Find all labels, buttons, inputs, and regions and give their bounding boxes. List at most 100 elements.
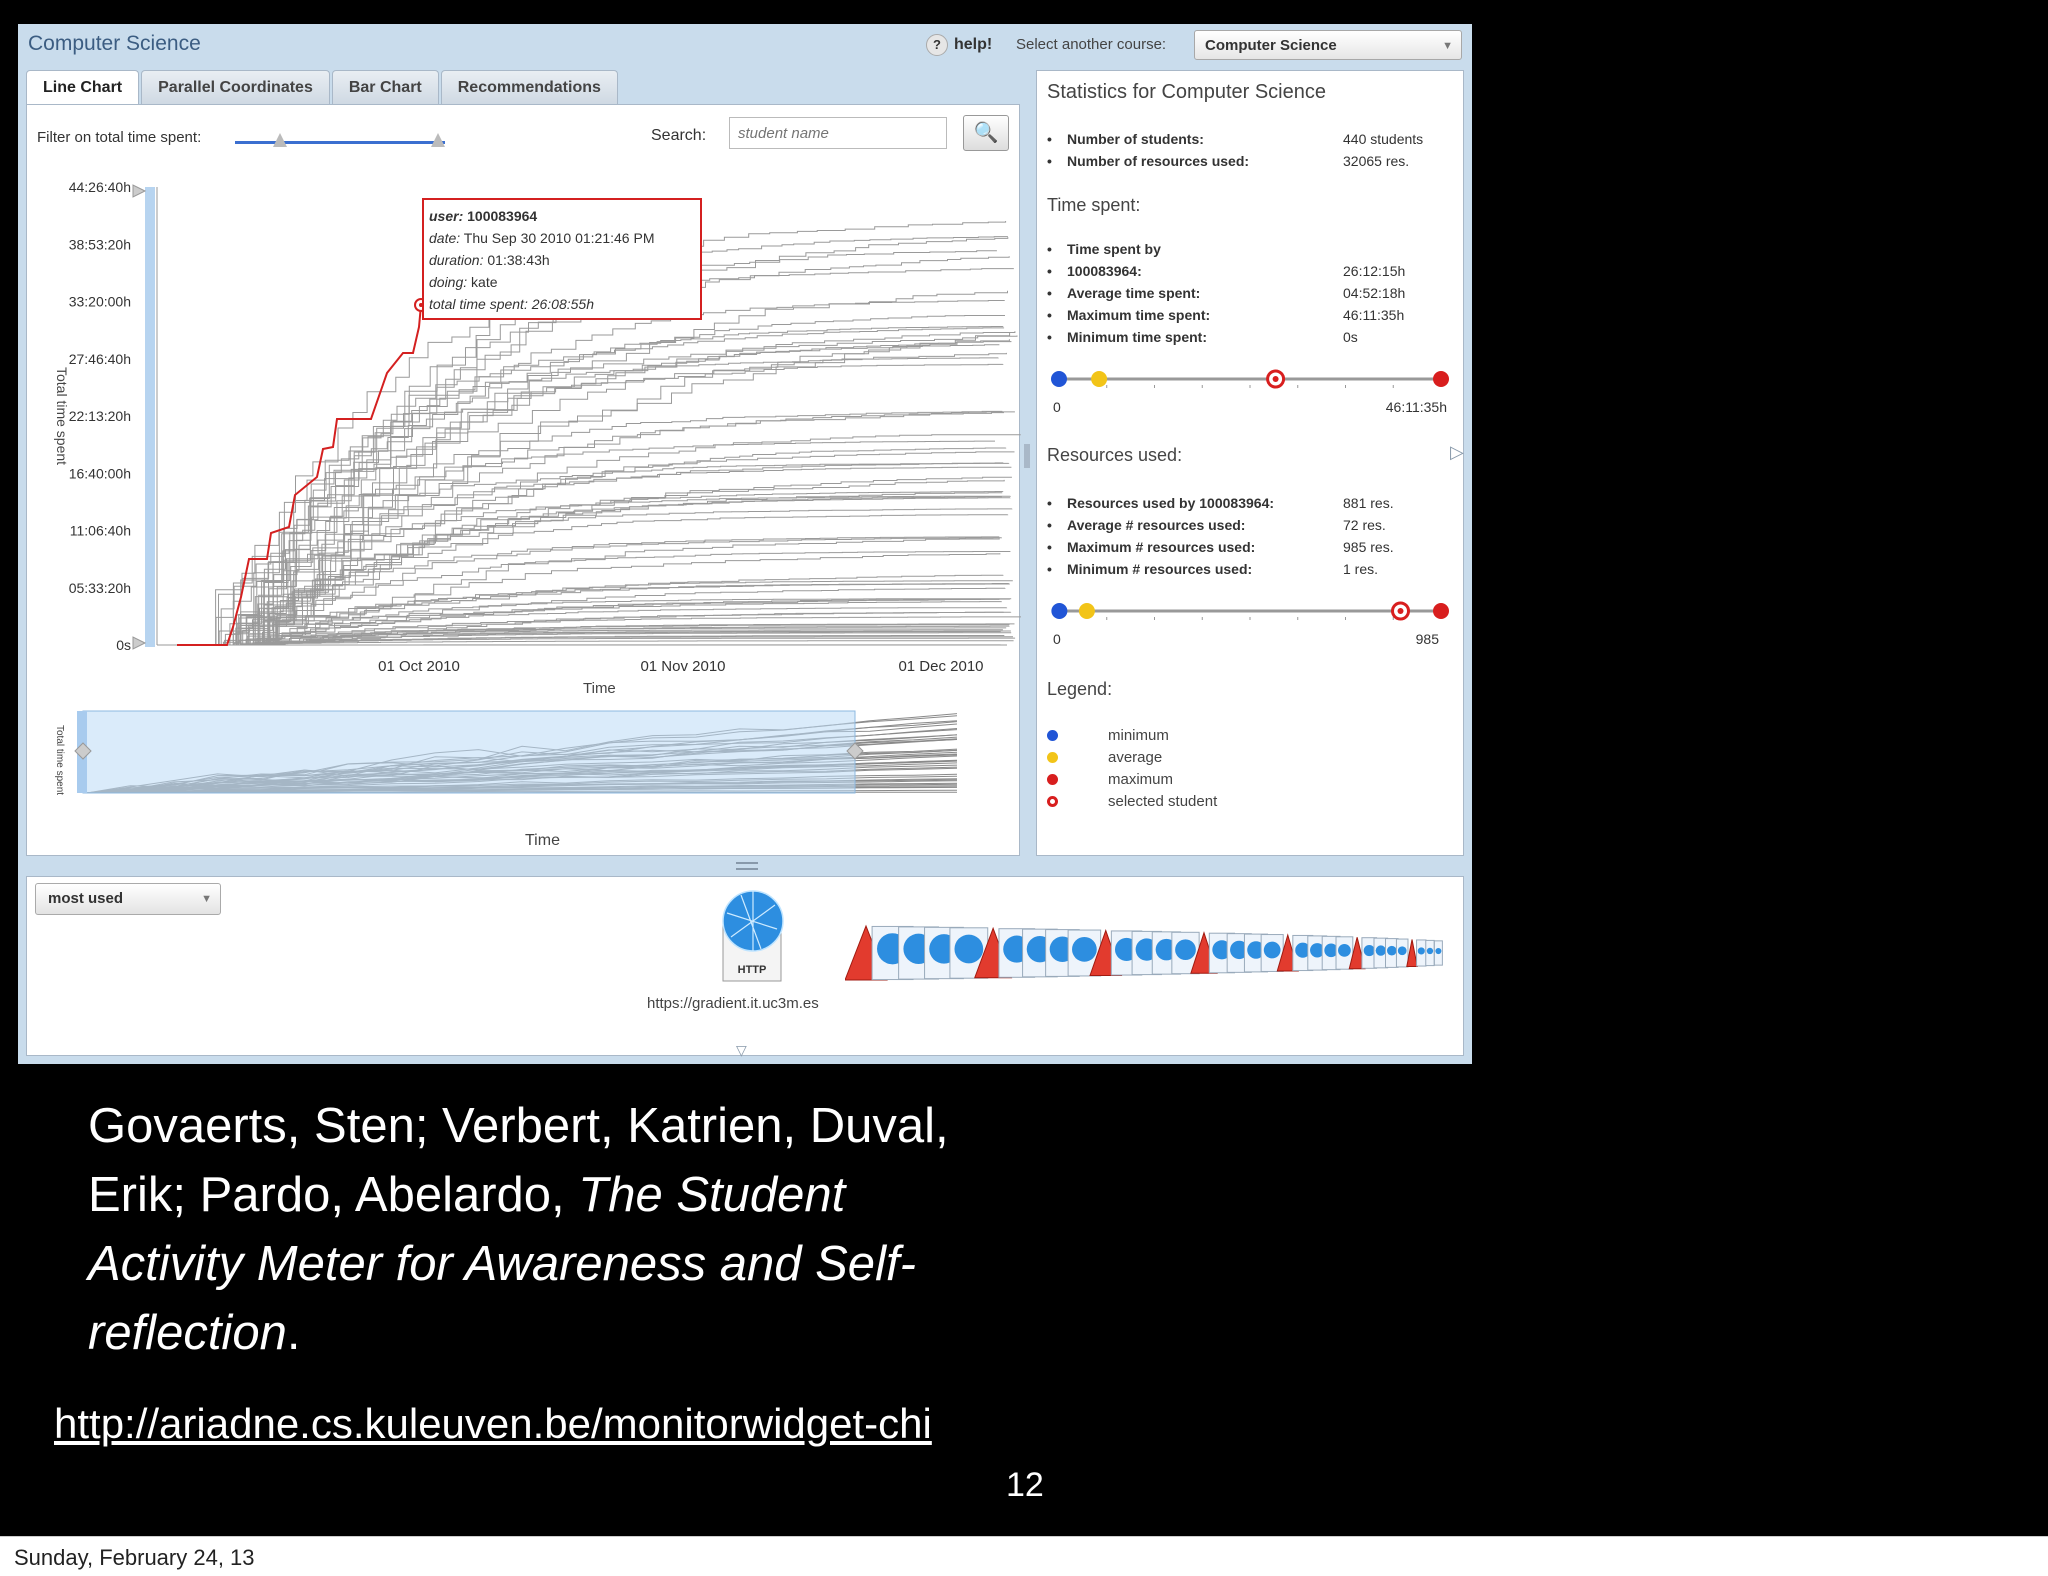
y-range-brush[interactable] xyxy=(145,187,155,647)
globe-icon xyxy=(1175,939,1196,961)
horizontal-splitter-handle[interactable] xyxy=(736,862,758,870)
globe-icon xyxy=(1435,948,1442,955)
y-axis-label: Total time spent xyxy=(54,367,70,465)
tab-parallel-coordinates[interactable]: Parallel Coordinates xyxy=(141,70,330,104)
course-select[interactable]: Computer Science ▼ xyxy=(1194,30,1462,60)
globe-icon xyxy=(1417,947,1425,955)
globe-icon xyxy=(1375,945,1387,956)
line-chart[interactable]: 44:26:40h 38:53:20h 33:20:00h 27:46:40h 22:1… xyxy=(27,157,1021,697)
legend-maximum-dot xyxy=(1047,774,1058,785)
time-filter-slider[interactable] xyxy=(235,141,445,144)
resource-url: https://gradient.it.uc3m.es xyxy=(647,995,819,1012)
legend-label: selected student xyxy=(1108,793,1218,810)
legend-selected-dot xyxy=(1047,796,1058,807)
statistics-title: Statistics for Computer Science xyxy=(1047,81,1326,103)
resources-scale xyxy=(1051,601,1449,621)
overview-chart[interactable]: Total time spent Time xyxy=(27,701,1021,851)
stat-label: Minimum # resources used: xyxy=(1047,561,1252,577)
globe-icon xyxy=(1387,945,1397,956)
legend-average-dot xyxy=(1047,752,1058,763)
y-tick-label: 22:13:20h xyxy=(69,408,131,424)
recommendation-strip-panel: most used ▼ HTTP https://gradient.it.uc3… xyxy=(26,876,1464,1056)
legend-item: average xyxy=(1047,749,1162,766)
svg-text:total time spent: 26: total time spent: 26:08:55h xyxy=(429,296,594,312)
scale-maximum-marker xyxy=(1433,603,1449,619)
slide-number: 12 xyxy=(1006,1466,1044,1504)
tooltip-user-label: user: xyxy=(429,208,463,224)
tooltip: user: 100083964 date: Thu Sep 30 2010 01… xyxy=(422,198,702,320)
tooltip-user: 100083964 xyxy=(467,208,537,224)
res-scale-min: 0 xyxy=(1053,631,1061,647)
x-axis-label: Time xyxy=(583,680,616,697)
panel-resize-handle[interactable] xyxy=(1024,444,1030,468)
search-button[interactable]: 🔍 xyxy=(963,115,1009,151)
y-tick-label: 27:46:40h xyxy=(69,351,131,367)
globe-icon xyxy=(1263,941,1281,959)
stat-label: Number of students: xyxy=(1047,131,1204,147)
scale-maximum-marker xyxy=(1433,371,1449,387)
tooltip-date-label: date: xyxy=(429,230,460,246)
stat-value: 72 res. xyxy=(1343,517,1386,533)
search-icon: 🔍 xyxy=(973,122,999,144)
app-title: Computer Science xyxy=(28,32,201,55)
legend-label: minimum xyxy=(1108,727,1169,744)
time-filter-min-handle[interactable] xyxy=(273,133,287,147)
course-select-label: Select another course: xyxy=(1016,36,1167,53)
stat-value: 04:52:18h xyxy=(1343,285,1406,301)
overview-y-label: Total time spent xyxy=(54,725,65,795)
y-tick-label: 16:40:00h xyxy=(69,465,131,481)
tooltip-duration: 01:38:43h xyxy=(487,252,549,268)
time-scale-max: 46:11:35h xyxy=(1385,399,1447,415)
stat-label: Number of resources used: xyxy=(1047,153,1249,169)
collapse-bottom-icon[interactable]: ▽ xyxy=(736,1042,747,1059)
svg-text:user: 100083964: user: 100083964 xyxy=(429,208,537,224)
stat-label: Time spent by xyxy=(1047,241,1161,257)
globe-icon xyxy=(1363,944,1375,957)
citation: Govaerts, Sten; Verbert, Katrien, Duval,… xyxy=(88,1099,949,1360)
help-button[interactable]: ? help! xyxy=(926,34,992,56)
footer-bar: Sunday, February 24, 13 xyxy=(0,1536,2048,1576)
http-resource-label: HTTP xyxy=(738,964,767,976)
time-spent-scale xyxy=(1051,369,1449,389)
legend-item: maximum xyxy=(1047,771,1173,788)
stat-value: 440 students xyxy=(1343,131,1424,147)
legend-item: selected student xyxy=(1047,793,1217,810)
chevron-down-icon: ▼ xyxy=(201,893,212,905)
overview-x-label: Time xyxy=(525,832,560,849)
svg-text:doing: kate: doing: kate xyxy=(429,274,498,290)
tab-bar-chart[interactable]: Bar Chart xyxy=(331,70,439,104)
student-line xyxy=(177,410,1003,646)
legend-label: maximum xyxy=(1108,771,1174,788)
svg-text:date: Thu Sep 30 201: date: Thu Sep 30 2010 01:21:46 PM xyxy=(429,230,654,246)
http-resource-icon[interactable]: HTTP xyxy=(717,883,789,985)
globe-icon xyxy=(1338,944,1351,957)
resource-icon-strip[interactable] xyxy=(845,921,1455,985)
y-brush-bottom-handle[interactable] xyxy=(132,636,147,650)
time-filter-max-handle[interactable] xyxy=(431,133,445,147)
x-tick-label: 01 Oct 2010 xyxy=(378,658,460,675)
chevron-down-icon: ▼ xyxy=(1442,40,1453,52)
globe-icon xyxy=(954,934,984,964)
stat-value: 26:12:15h xyxy=(1343,263,1406,279)
y-ticks: 44:26:40h 38:53:20h 33:20:00h 27:46:40h 22:1… xyxy=(69,179,131,653)
expand-right-icon[interactable]: ▷ xyxy=(1450,442,1464,463)
y-tick-label: 38:53:20h xyxy=(69,236,131,252)
legend-label: average xyxy=(1108,749,1163,766)
tooltip-duration-label: duration: xyxy=(429,252,484,268)
stat-value: 32065 res. xyxy=(1343,153,1410,169)
tooltip-total-label: total time spent: xyxy=(429,296,528,312)
stat-value: 881 res. xyxy=(1343,495,1394,511)
y-tick-label: 33:20:00h xyxy=(69,294,131,310)
overview-brush[interactable] xyxy=(82,710,856,794)
scale-selected-dot xyxy=(1397,608,1404,614)
stat-label: Average # resources used: xyxy=(1047,517,1246,533)
legend-item: minimum xyxy=(1047,727,1169,744)
scale-minimum-marker xyxy=(1051,603,1068,619)
sort-select[interactable]: most used ▼ xyxy=(35,883,221,915)
y-brush-top-handle[interactable] xyxy=(132,184,147,198)
tab-recommendations[interactable]: Recommendations xyxy=(440,70,618,104)
tooltip-total: 26:08:55h xyxy=(531,296,594,312)
citation-link[interactable]: http://ariadne.cs.kuleuven.be/monitorwid… xyxy=(54,1400,932,1448)
tab-line-chart[interactable]: Line Chart xyxy=(26,70,140,104)
search-input[interactable] xyxy=(729,117,947,149)
